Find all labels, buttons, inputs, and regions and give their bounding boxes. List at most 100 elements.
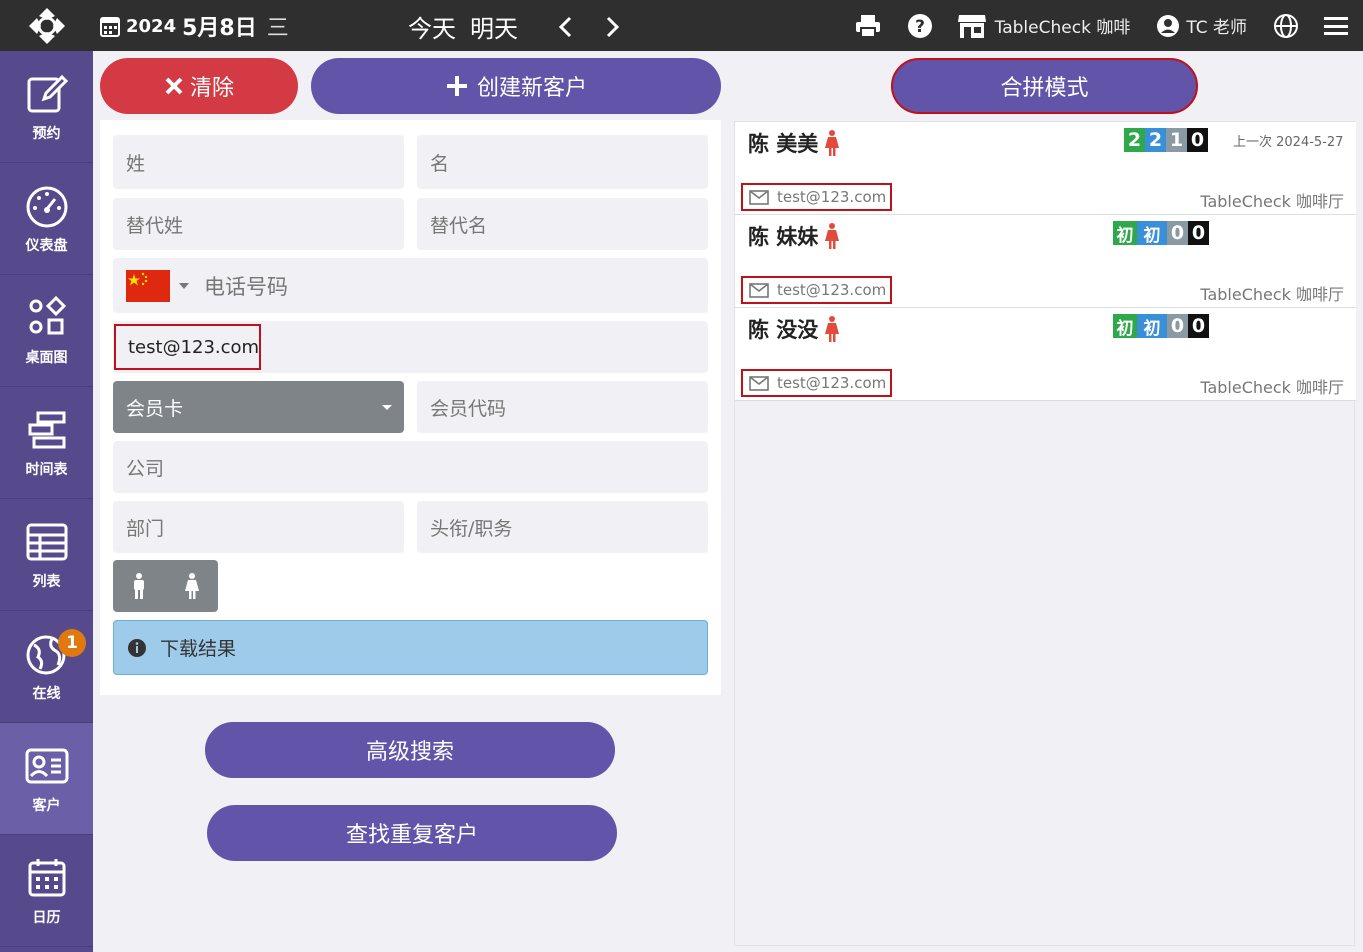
sidebar-item-label: 客户 [32,797,61,814]
tablecheck-logo-icon[interactable] [27,6,67,46]
alt-first-name-field[interactable]: 替代名 [417,198,708,250]
female-icon [184,573,199,599]
top-right-tools: ? TableCheck 咖啡 TC 老师 [853,0,1363,51]
stat-badge: 0 [1167,314,1188,338]
female-icon [825,223,840,249]
info-message: 下载结果 [160,638,237,660]
customer-venue: TableCheck 咖啡厅 [1200,192,1344,211]
title-field[interactable]: 头衔/职务 [417,501,708,553]
sidebar-item-calendar[interactable]: 日历 [0,835,93,947]
customer-name: 陈 美美 [748,128,840,158]
date-selector[interactable]: 2024 5月8日 三 [100,10,289,42]
stat-badge: 2 [1145,128,1166,152]
stat-badge: 0 [1188,314,1209,338]
hamburger-menu-icon[interactable] [1321,11,1351,41]
customer-name: 陈 没没 [748,314,840,344]
department-field[interactable]: 部门 [113,501,404,553]
sidebar-item-label: 仪表盘 [25,237,68,254]
email-field-wrapper: test@123.com [113,321,708,373]
membership-select[interactable]: 会员卡 [113,381,404,433]
envelope-icon [749,189,769,205]
advanced-search-button[interactable]: 高级搜索 [205,722,615,778]
customer-name-text: 陈 没没 [748,318,819,342]
sidebar-item-label: 预约 [32,125,61,142]
sidebar-item-label: 时间表 [25,461,68,478]
china-flag-icon[interactable] [126,269,170,302]
company-field[interactable]: 公司 [113,441,708,493]
date-year: 2024 [126,15,177,37]
today-button[interactable]: 今天 [408,9,456,44]
sidebar-item-label: 日历 [32,909,61,926]
sidebar-item-timetable[interactable]: 时间表 [0,387,93,499]
list-item[interactable]: 陈 没没 初 初 0 0 test@123.com TableCheck 咖啡厅 [735,308,1356,401]
last-name-field[interactable]: 姓 [113,135,404,189]
first-name-field[interactable]: 名 [417,135,708,189]
dashboard-icon [26,186,67,227]
phone-field[interactable]: 电话号码 [113,258,708,313]
chevron-left-icon[interactable] [550,12,580,42]
create-customer-label: 创建新客户 [476,76,587,101]
create-customer-button[interactable]: 创建新客户 [311,58,721,114]
tomorrow-button[interactable]: 明天 [470,9,518,44]
sidebar-item-reservations[interactable]: 预约 [0,51,93,163]
clear-button-label: 清除 [189,76,234,101]
customer-card-icon [25,748,68,783]
list-item[interactable]: 陈 美美 2 2 1 0 上一次 2024-5-27 test@123.com … [735,122,1356,215]
customer-email: test@123.com [741,276,893,304]
sidebar-item-customers[interactable]: 客户 [0,723,93,835]
visit-stats: 初 初 0 0 [1113,221,1209,246]
sidebar-item-floorplan[interactable]: 桌面图 [0,275,93,387]
edit-icon [27,74,68,112]
help-icon[interactable]: ? [905,11,935,41]
stat-badge: 0 [1187,128,1208,152]
chevron-right-icon[interactable] [598,12,628,42]
sidebar-item-online[interactable]: 在线 1 [0,611,93,723]
stat-badge: 初 [1113,314,1137,339]
clear-button[interactable]: 清除 [100,58,298,114]
stat-badge: 0 [1188,221,1209,245]
merge-mode-label: 合拼模式 [1000,76,1089,101]
customer-email-text: test@123.com [777,188,887,206]
calendar-small-icon [100,17,120,37]
list-item[interactable]: 陈 妹妹 初 初 0 0 test@123.com TableCheck 咖啡厅 [735,215,1356,308]
female-toggle[interactable] [166,560,219,612]
language-globe-icon[interactable] [1271,11,1301,41]
info-icon [128,638,146,657]
email-field[interactable]: test@123.com [114,324,261,370]
store-name: TableCheck 咖啡 [994,18,1131,38]
member-code-field[interactable]: 会员代码 [417,381,708,433]
stat-badge: 初 [1113,221,1137,246]
sidebar: 预约 仪表盘 桌面图 时间表 列表 在线 1 客户 日历 [0,51,93,952]
results-list: 陈 美美 2 2 1 0 上一次 2024-5-27 test@123.com … [734,121,1356,946]
stat-badge: 初 [1137,314,1167,339]
store-selector[interactable]: TableCheck 咖啡 [957,13,1131,39]
sidebar-item-label: 桌面图 [25,349,68,366]
membership-select-value: 会员卡 [126,397,184,420]
print-icon[interactable] [853,11,883,41]
customer-name-text: 陈 美美 [748,132,819,156]
envelope-icon [749,375,769,391]
floorplan-icon [29,295,66,334]
alt-last-name-field[interactable]: 替代姓 [113,198,404,250]
male-toggle[interactable] [113,560,166,612]
stat-badge: 初 [1137,221,1167,246]
female-icon [825,316,840,342]
sidebar-item-list[interactable]: 列表 [0,499,93,611]
customer-email-text: test@123.com [777,281,887,299]
customer-email: test@123.com [741,183,893,211]
male-icon [134,573,145,599]
find-duplicates-button[interactable]: 查找重复客户 [207,805,617,861]
merge-mode-button[interactable]: 合拼模式 [891,58,1198,114]
customer-venue: TableCheck 咖啡厅 [1200,285,1344,304]
last-visit: 上一次 2024-5-27 [1233,135,1344,150]
sidebar-item-dashboard[interactable]: 仪表盘 [0,163,93,275]
store-icon [957,14,986,38]
customer-email-text: test@123.com [777,374,887,392]
user-menu[interactable]: TC 老师 [1156,13,1247,38]
stat-badge: 0 [1167,221,1188,245]
customer-name-text: 陈 妹妹 [748,225,819,249]
caret-down-icon[interactable] [178,282,190,290]
envelope-icon [749,282,769,298]
sidebar-item-label: 在线 [32,685,61,702]
customer-email: test@123.com [741,369,893,397]
